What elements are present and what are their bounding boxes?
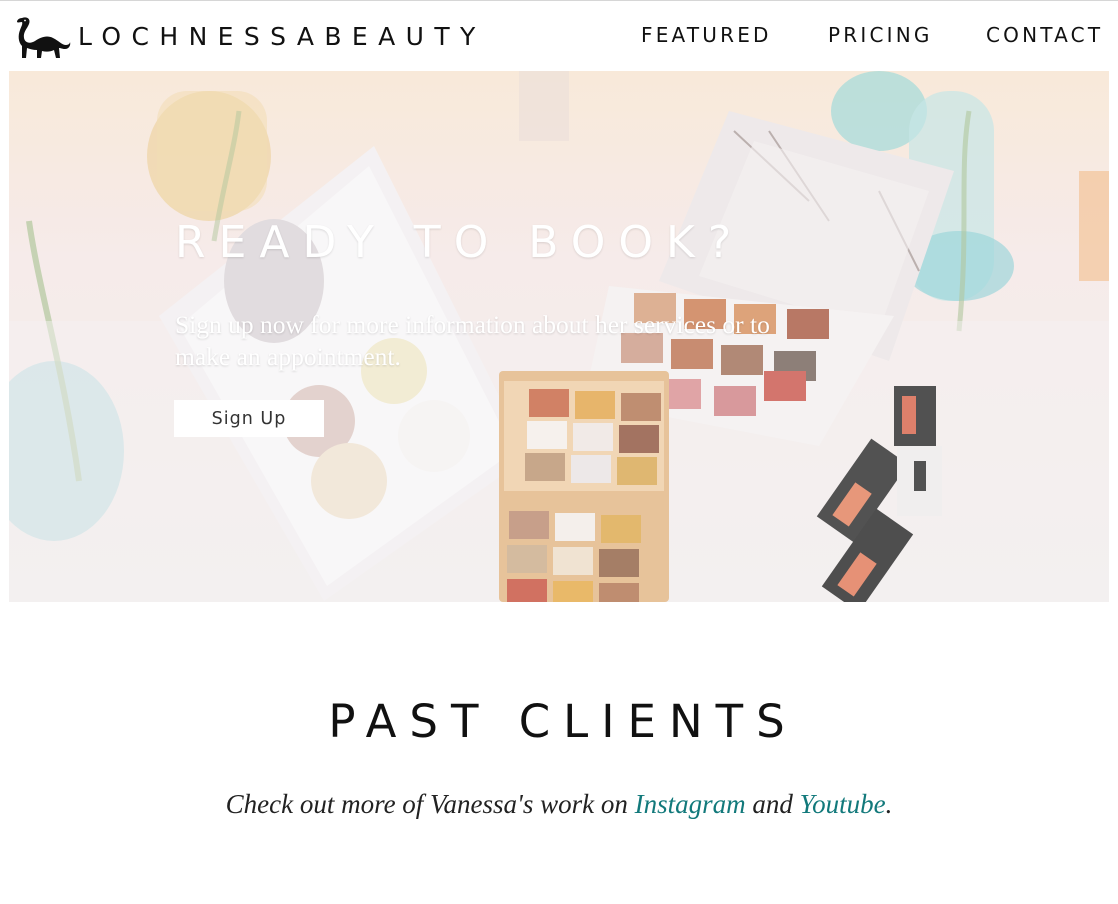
- logo-link[interactable]: [14, 15, 72, 61]
- nav-contact[interactable]: CONTACT: [986, 23, 1103, 47]
- hero-title: READY TO BOOK?: [175, 217, 745, 268]
- youtube-link[interactable]: Youtube: [800, 789, 886, 819]
- text-middle: and: [752, 789, 793, 819]
- site-header: LOCHNESSABEAUTY FEATURED PRICING CONTACT: [0, 1, 1118, 71]
- text-before: Check out more of Vanessa's work on: [225, 789, 628, 819]
- past-clients-text: Check out more of Vanessa's work on Inst…: [0, 789, 1118, 820]
- instagram-link[interactable]: Instagram: [635, 789, 746, 819]
- text-end: .: [885, 789, 893, 819]
- nav-featured[interactable]: FEATURED: [641, 23, 772, 47]
- sign-up-button[interactable]: Sign Up: [174, 400, 324, 437]
- past-clients-title: PAST CLIENTS: [328, 695, 798, 748]
- hero-description: Sign up now for more information about h…: [175, 310, 770, 371]
- loch-ness-monster-icon: [17, 17, 71, 59]
- booking-hero: READY TO BOOK? Sign up now for more info…: [9, 71, 1109, 602]
- nav-pricing[interactable]: PRICING: [828, 23, 933, 47]
- brand-name: LOCHNESSABEAUTY: [78, 22, 486, 51]
